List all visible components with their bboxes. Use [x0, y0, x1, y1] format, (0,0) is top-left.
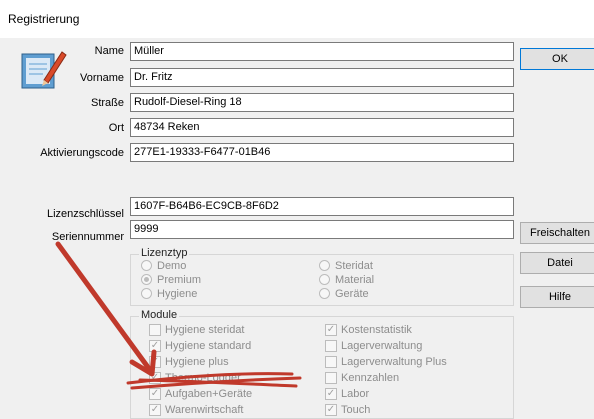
seriennummer-field[interactable]: 9999	[130, 220, 514, 239]
checkmark-icon: ✓	[325, 404, 337, 416]
checkmark-icon: ✓	[149, 404, 161, 416]
radio-selected-icon	[141, 274, 152, 285]
radio-icon	[319, 260, 330, 271]
radio-icon	[319, 288, 330, 299]
radio-icon	[319, 274, 330, 285]
module-lagerverwaltung-label: Lagerverwaltung	[341, 340, 423, 352]
module-hygiene-standard-label: Hygiene standard	[165, 340, 252, 352]
checkmark-icon: ✓	[325, 388, 337, 400]
checkmark-icon: ✓	[149, 372, 161, 384]
name-label: Name	[94, 45, 124, 57]
seriennummer-label: Seriennummer	[51, 231, 124, 243]
module-labor-label: Labor	[341, 388, 370, 400]
datei-button[interactable]: Datei	[520, 252, 594, 274]
module-aufgaben-geraete-label: Aufgaben+Geräte	[165, 388, 253, 400]
window-title: Registrierung	[8, 12, 80, 26]
dialog-client-area: Name Müller Vorname Dr. Fritz Straße Rud…	[0, 38, 594, 419]
module-hygiene-plus-label: Hygiene plus	[165, 356, 229, 368]
ort-field[interactable]: 48734 Reken	[130, 118, 514, 137]
checkbox-icon	[325, 340, 337, 352]
name-field[interactable]: Müller	[130, 42, 514, 61]
title-bar: Registrierung	[0, 0, 594, 38]
lizenzschluessel-label: Lizenzschlüssel	[46, 208, 124, 220]
module-thermo-logger-label: Thermo-Logger	[165, 372, 241, 384]
checkmark-icon: ✓	[149, 388, 161, 400]
freischalten-button[interactable]: Freischalten	[520, 222, 594, 244]
checkmark-icon: ✓	[149, 356, 161, 368]
lizenztyp-geraete-label: Geräte	[335, 288, 369, 300]
lizenztyp-group-title: Lizenztyp	[139, 247, 190, 259]
freischalten-button-label: Freischalten	[530, 227, 590, 239]
module-kennzahlen-label: Kennzahlen	[341, 372, 400, 384]
ort-label: Ort	[108, 122, 124, 134]
vorname-label: Vorname	[79, 72, 124, 84]
lizenztyp-hygiene-label: Hygiene	[157, 288, 198, 300]
checkbox-icon	[325, 356, 337, 368]
radio-icon	[141, 260, 152, 271]
datei-button-label: Datei	[547, 257, 573, 269]
checkmark-icon: ✓	[325, 324, 337, 336]
module-kostenstatistik-label: Kostenstatistik	[341, 324, 412, 336]
lizenzschluessel-field[interactable]: 1607F-B64B6-EC9CB-8F6D2	[130, 197, 514, 216]
module-group: Module Hygiene steridat ✓ Hygiene standa…	[130, 309, 514, 419]
hilfe-button-label: Hilfe	[548, 291, 571, 303]
module-warenwirtschaft-label: Warenwirtschaft	[165, 404, 244, 416]
lizenztyp-material-label: Material	[335, 274, 375, 286]
module-touch-label: Touch	[341, 404, 371, 416]
module-group-title: Module	[139, 309, 180, 321]
checkbox-icon	[149, 324, 161, 336]
lizenztyp-premium-label: Premium	[157, 274, 202, 286]
radio-icon	[141, 288, 152, 299]
lizenztyp-steridat-label: Steridat	[335, 260, 373, 272]
lizenztyp-demo-label: Demo	[157, 260, 187, 272]
strasse-field[interactable]: Rudolf-Diesel-Ring 18	[130, 93, 514, 112]
vorname-field[interactable]: Dr. Fritz	[130, 68, 514, 87]
checkmark-icon: ✓	[149, 340, 161, 352]
hilfe-button[interactable]: Hilfe	[520, 286, 594, 308]
lizenztyp-group: Lizenztyp Demo Premium Hygiene Steridat …	[130, 247, 514, 306]
aktivierungscode-field[interactable]: 277E1-19333-F6477-01B46	[130, 143, 514, 162]
checkbox-icon	[325, 372, 337, 384]
aktivierungscode-label: Aktivierungscode	[40, 147, 124, 159]
module-lagerverwaltung-plus-label: Lagerverwaltung Plus	[341, 356, 447, 368]
strasse-label: Straße	[90, 97, 124, 109]
module-hygiene-steridat-label: Hygiene steridat	[165, 324, 245, 336]
ok-button-label: OK	[552, 53, 568, 65]
ok-button[interactable]: OK	[520, 48, 594, 70]
